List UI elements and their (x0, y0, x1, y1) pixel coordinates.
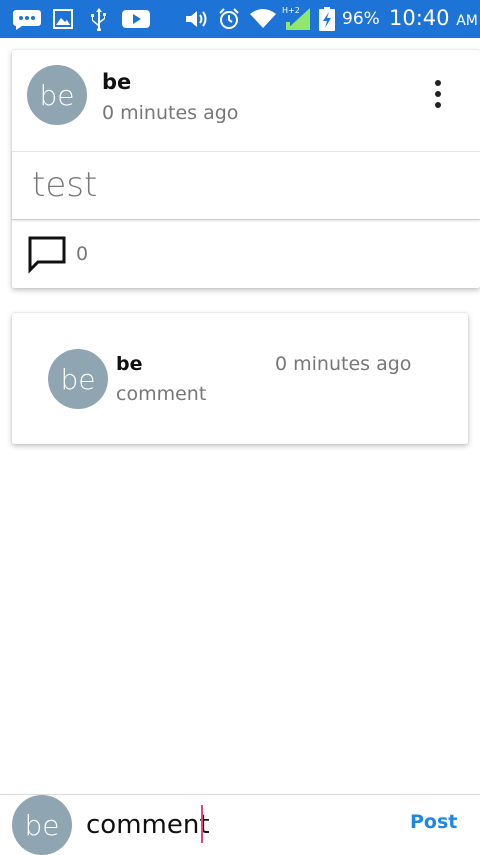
clock-ampm: AM (456, 13, 478, 29)
status-bar: H+2 96% 10:40 AM (0, 0, 480, 38)
clock-time: 10:40 (389, 6, 450, 30)
wifi-icon (249, 7, 277, 31)
battery-charging-icon (318, 7, 336, 31)
post-footer: 0 (12, 220, 480, 288)
comment-card: be be 0 minutes ago comment (12, 313, 468, 444)
post-button[interactable]: Post (410, 811, 457, 833)
comment-input[interactable] (86, 807, 386, 843)
signal-icon: H+2 (280, 6, 312, 31)
usb-icon (88, 7, 110, 31)
battery-percent: 96% (342, 9, 380, 29)
clock: 10:40 AM (389, 7, 478, 32)
youtube-icon (121, 7, 151, 31)
comment-username[interactable]: be (116, 353, 143, 375)
comment-count: 0 (76, 243, 89, 265)
volume-icon (184, 7, 210, 31)
comment-timestamp: 0 minutes ago (275, 353, 412, 375)
alarm-icon (217, 7, 241, 31)
comment-text: comment (116, 383, 207, 405)
text-cursor (201, 805, 203, 843)
post-timestamp: 0 minutes ago (102, 102, 239, 124)
comment-composer: be Post (0, 794, 480, 855)
post-header: be be 0 minutes ago (12, 50, 480, 152)
post-text: test (32, 165, 98, 205)
gallery-icon (52, 7, 74, 31)
avatar: be (12, 795, 72, 855)
post-card: be be 0 minutes ago test 0 (12, 50, 480, 288)
comment-icon[interactable] (27, 234, 67, 274)
post-body: test (12, 151, 480, 220)
avatar[interactable]: be (48, 349, 108, 409)
avatar[interactable]: be (27, 65, 87, 125)
signal-label: H+2 (282, 6, 300, 15)
post-username[interactable]: be (102, 70, 131, 94)
more-vertical-icon[interactable] (430, 80, 446, 108)
messages-icon (12, 7, 42, 31)
